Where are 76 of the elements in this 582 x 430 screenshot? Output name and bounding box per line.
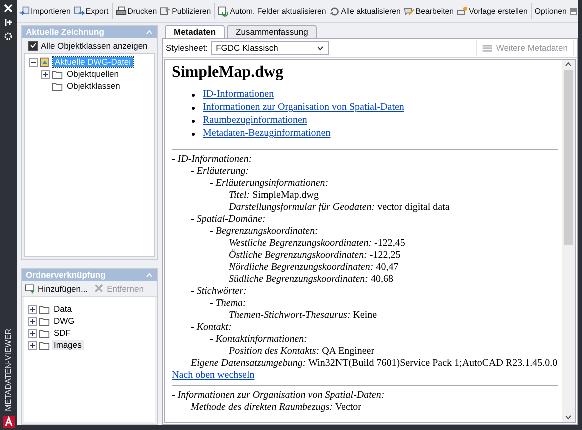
folder-icon: [52, 80, 63, 92]
metadata-line: Westliche Begrenzungskoordinaten: -122,45: [229, 238, 406, 250]
stack-icon: [482, 42, 494, 54]
checkbox-label: Alle Objektklassen anzeigen: [41, 40, 148, 50]
metadata-line: - Erläuterung:: [191, 166, 250, 178]
bullet-icon: [192, 106, 195, 110]
pencil-icon: [404, 6, 415, 16]
publish-icon: [160, 6, 172, 16]
folder-icon: [39, 316, 50, 326]
toc-link[interactable]: ID-Informationen: [203, 89, 274, 101]
folder-icon: [39, 340, 50, 350]
folder-item[interactable]: Data: [52, 304, 74, 314]
expand-toggle[interactable]: [28, 328, 37, 338]
folder-icon: [39, 328, 50, 338]
metadata-line: - Kontaktinformationen:: [210, 334, 308, 346]
palette-title: METADATEN-VIEWER: [4, 328, 13, 411]
panel-title: Ordnerverknüpfung: [26, 270, 106, 280]
metadata-line: - Kontakt:: [191, 322, 233, 334]
printer-icon: [116, 6, 127, 16]
expand-toggle[interactable]: [28, 340, 37, 350]
metadata-line: Südliche Begrenzungskoordinaten: 40,68: [229, 274, 395, 286]
toc-link[interactable]: Raumbezuginformationen: [203, 115, 308, 127]
tree-item[interactable]: Objektquellen: [65, 69, 121, 79]
metadata-line: - Thema:: [210, 298, 248, 310]
refresh-all-icon: [329, 6, 340, 16]
metadata-line: Methode des direkten Raumbezugs: Vector: [191, 402, 363, 414]
bullet-icon: [192, 94, 195, 96]
metadata-line: Nördliche Begrenzungskoordinaten: 40,47: [229, 262, 400, 274]
drawing-file-icon: [40, 56, 51, 68]
expand-toggle[interactable]: [28, 304, 37, 314]
metadata-line: - Begrenzungskoordinaten:: [210, 226, 320, 238]
expand-toggle[interactable]: [29, 58, 38, 66]
settings-icon[interactable]: [4, 32, 13, 41]
folder-item[interactable]: SDF: [52, 328, 73, 338]
expand-toggle[interactable]: [41, 70, 50, 78]
scroll-down-icon[interactable]: [565, 415, 572, 420]
import-icon: [19, 6, 30, 16]
folder-item[interactable]: Images: [52, 340, 84, 350]
metadata-line: - Spatial-Domäne:: [191, 214, 267, 226]
template-icon: [457, 6, 468, 16]
expand-toggle[interactable]: [28, 316, 37, 326]
metadata-line: Themen-Stichwort-Thesaurus: Keine: [229, 310, 378, 322]
tree-item[interactable]: Objektklassen: [65, 81, 122, 91]
metadata-line: - Erläuterungsinformationen:: [210, 178, 330, 190]
metadata-line: Eigene Datensatzumgebung: Win32NT(Build 7601)Service Pack 1;AutoCAD R23.1.45.0.0: [191, 358, 558, 370]
stylesheet-dropdown[interactable]: FGDC Klassisch: [211, 41, 330, 55]
panel-title: Aktuelle Zeichnung: [26, 27, 104, 37]
metadata-line: - Stichwörter:: [191, 286, 248, 298]
checkbox[interactable]: [28, 40, 38, 50]
action-button[interactable]: Hinzufügen...: [25, 283, 88, 294]
refresh-icon: [218, 6, 230, 16]
metadata-line: Östliche Begrenzungskoordinaten: -122,25: [229, 250, 402, 262]
document-title: SimpleMap.dwg: [172, 64, 285, 82]
bullet-icon: [192, 120, 195, 122]
scrollbar[interactable]: [562, 60, 575, 422]
folder-icon: [39, 304, 50, 314]
stylesheet-label: Stylesheet:: [166, 43, 208, 53]
metadata-line: - ID-Informationen:: [172, 154, 254, 166]
toc-link[interactable]: Informationen zur Organisation von Spatial-Daten: [203, 102, 404, 114]
back-to-top-link[interactable]: Nach oben wechseln: [172, 370, 255, 381]
metadata-line: Titel: SimpleMap.dwg: [229, 190, 320, 202]
add-folder-icon: [25, 283, 36, 294]
bullet-icon: [192, 132, 195, 136]
metadata-line: - Informationen zur Organisation von Spatial-Daten:: [172, 390, 386, 402]
metadata-line: Darstellungsformular für Geodaten: vector digital data: [229, 202, 451, 214]
close-icon[interactable]: [4, 4, 13, 13]
tab[interactable]: Zusammenfassung: [227, 25, 318, 38]
close-icon: [94, 283, 106, 294]
folder-item[interactable]: DWG: [52, 316, 77, 326]
metadata-line: Position des Kontakts: QA Engineer: [229, 346, 376, 358]
export-icon: [74, 6, 85, 16]
overflow-icon[interactable]: [570, 8, 577, 14]
app-logo-icon[interactable]: [2, 416, 14, 428]
tab[interactable]: Metadaten: [165, 25, 226, 38]
scroll-up-icon[interactable]: [565, 62, 572, 67]
toc-link[interactable]: Metadaten-Bezuginformationen: [203, 128, 331, 140]
